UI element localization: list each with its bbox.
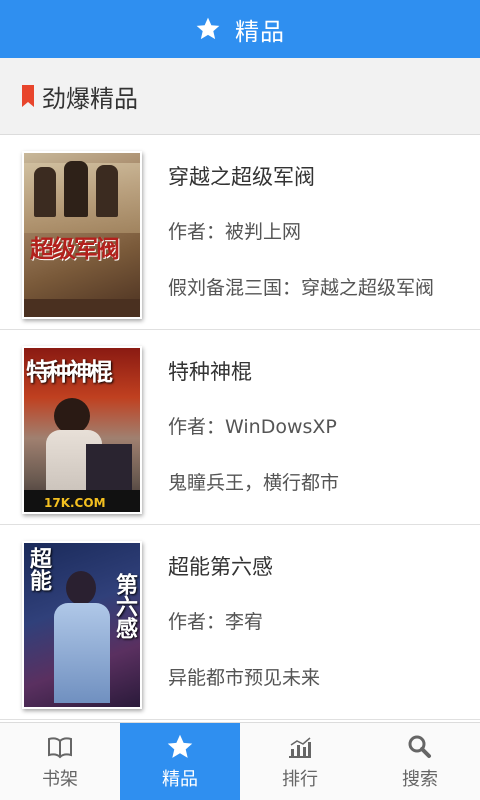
app: 精品 劲爆精品 超级军阀 穿越之超级军阀 作者：被判上网 假刘备混三国：穿越之超… bbox=[0, 0, 480, 800]
book-info: 特种神棍 作者：WinDowsXP 鬼瞳兵王，横行都市 bbox=[168, 346, 339, 496]
book-description: 假刘备混三国：穿越之超级军阀 bbox=[168, 277, 435, 299]
book-title[interactable]: 穿越之超级军阀 bbox=[168, 163, 434, 191]
book-item[interactable]: 超级军阀 穿越之超级军阀 作者：被判上网 假刘备混三国：穿越之超级军阀 bbox=[0, 135, 480, 330]
book-title[interactable]: 超能第六感 bbox=[168, 553, 320, 581]
book-title[interactable]: 特种神棍 bbox=[168, 358, 339, 386]
book-list[interactable]: 超级军阀 穿越之超级军阀 作者：被判上网 假刘备混三国：穿越之超级军阀 特种神棍… bbox=[0, 134, 480, 722]
chart-icon bbox=[289, 737, 311, 758]
nav-search[interactable]: 搜索 bbox=[360, 723, 480, 800]
page-title: 精品 bbox=[235, 17, 285, 46]
book-icon bbox=[48, 737, 72, 759]
book-item[interactable]: 特种神棍 17K.COM 特种神棍 作者：WinDowsXP 鬼瞳兵王，横行都市 bbox=[0, 330, 480, 525]
nav-label: 搜索 bbox=[402, 769, 438, 790]
nav-label: 排行 bbox=[282, 769, 318, 790]
book-cover[interactable]: 超能 第六感 bbox=[22, 541, 142, 709]
cover-title: 特种神棍 bbox=[26, 357, 113, 386]
nav-label: 精品 bbox=[162, 769, 198, 790]
section-title: 劲爆精品 bbox=[42, 84, 138, 113]
book-author: 作者：被判上网 bbox=[168, 221, 302, 243]
search-icon bbox=[408, 735, 431, 758]
nav-bookshelf[interactable]: 书架 bbox=[0, 723, 120, 800]
star-icon bbox=[167, 734, 193, 758]
cover-title: 超能 bbox=[26, 547, 52, 591]
nav-label: 书架 bbox=[42, 769, 78, 790]
nav-ranking[interactable]: 排行 bbox=[240, 723, 360, 800]
book-info: 超能第六感 作者：李宥 异能都市预见未来 bbox=[168, 541, 320, 691]
book-author: 作者：WinDowsXP bbox=[168, 416, 337, 438]
bottom-nav: 书架 精品 排行 搜索 bbox=[0, 722, 480, 800]
cover-title: 超级军阀 bbox=[30, 234, 120, 263]
cover-subtitle: 第六感 bbox=[112, 573, 138, 639]
book-cover[interactable]: 超级军阀 bbox=[22, 151, 142, 319]
book-author: 作者：李宥 bbox=[168, 611, 264, 633]
book-description: 异能都市预见未来 bbox=[168, 667, 321, 689]
book-item[interactable]: 超能 第六感 超能第六感 作者：李宥 异能都市预见未来 bbox=[0, 525, 480, 720]
nav-featured[interactable]: 精品 bbox=[120, 723, 240, 800]
top-bar: 精品 bbox=[0, 0, 480, 58]
bookmark-icon bbox=[22, 85, 34, 107]
book-cover[interactable]: 特种神棍 17K.COM bbox=[22, 346, 142, 514]
book-description: 鬼瞳兵王，横行都市 bbox=[168, 472, 340, 494]
book-info: 穿越之超级军阀 作者：被判上网 假刘备混三国：穿越之超级军阀 bbox=[168, 151, 434, 301]
cover-brand: 17K.COM bbox=[44, 496, 106, 510]
section-header: 劲爆精品 bbox=[0, 58, 480, 134]
star-icon bbox=[196, 17, 220, 40]
